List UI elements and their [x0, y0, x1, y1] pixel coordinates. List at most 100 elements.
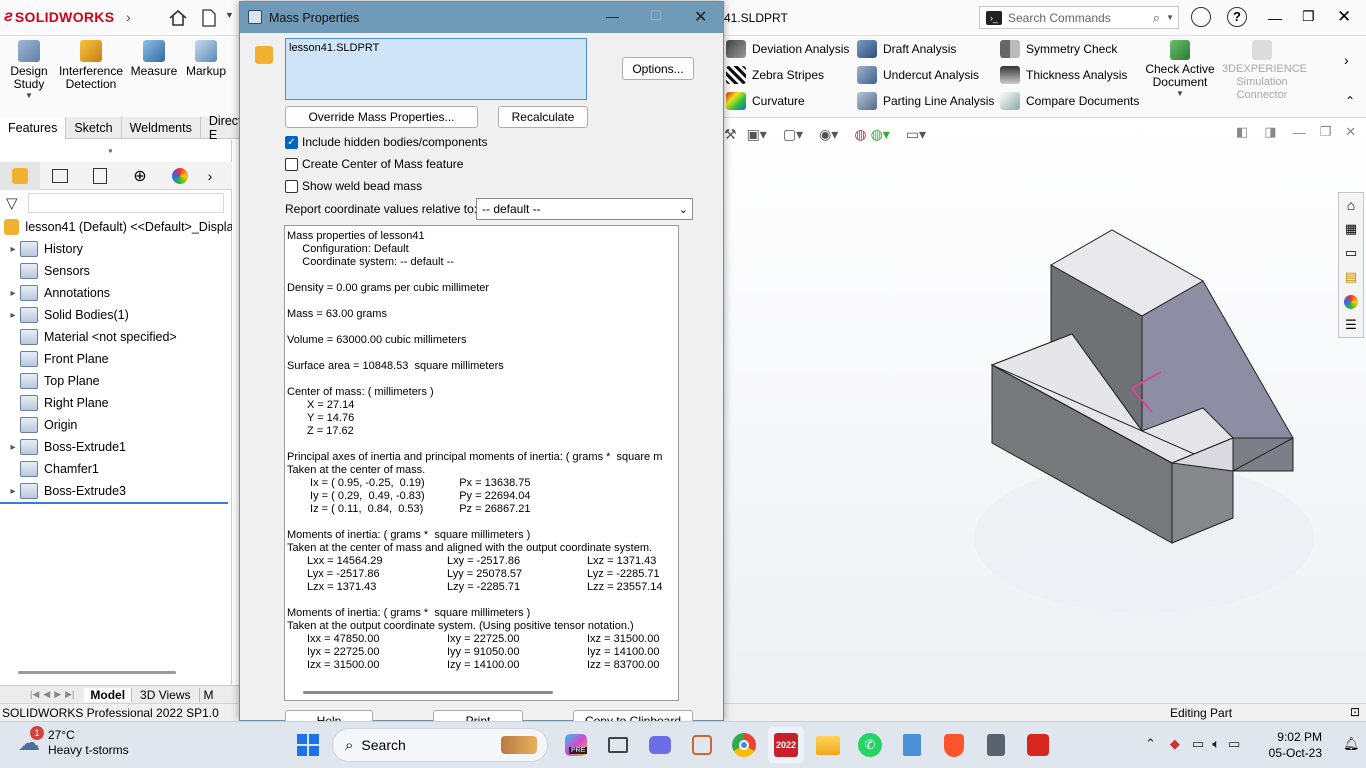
markup-button[interactable]: Markup [182, 40, 230, 78]
chevron-down-icon[interactable]: ▼ [225, 10, 234, 20]
chevron-right-icon[interactable]: › [126, 9, 131, 25]
nav-last-icon[interactable]: ▶| [65, 689, 74, 700]
parting-line-analysis-button[interactable]: Parting Line Analysis [857, 88, 994, 114]
chevron-right-icon[interactable]: › [1344, 52, 1349, 68]
taskbar-search[interactable]: ⌕ Search [332, 728, 548, 762]
tab-sketch[interactable]: Sketch [66, 116, 122, 139]
restore-icon[interactable]: ❐ [1302, 8, 1315, 25]
notification-icon[interactable]: 🔔︎ [1343, 736, 1360, 752]
chevron-up-icon[interactable]: ⌃ [1145, 736, 1156, 752]
nav-first-icon[interactable]: |◀ [30, 689, 39, 700]
collapse-ribbon-icon[interactable]: ⌃ [1345, 94, 1355, 108]
chevron-down-icon[interactable]: ▼ [4, 91, 54, 100]
expand-arrow-icon[interactable]: ▸ [6, 288, 20, 299]
status-expand-icon[interactable]: ⊡ [1350, 705, 1360, 719]
results-panel[interactable]: Mass properties of lesson41 Configuratio… [284, 225, 679, 701]
override-mass-properties-button[interactable]: Override Mass Properties... [285, 106, 478, 128]
new-document-icon[interactable] [200, 8, 218, 28]
help-icon[interactable]: ? [1227, 7, 1247, 27]
horizontal-scrollbar[interactable] [18, 671, 176, 674]
part-model[interactable] [724, 118, 1366, 703]
search-commands[interactable]: ›_ Search Commands ⌕ ▼ [979, 6, 1179, 29]
file-explorer-icon[interactable]: ▭ [1339, 241, 1363, 265]
tab-motion-study[interactable]: M [198, 687, 218, 702]
dialog-title-bar[interactable]: Mass Properties — ☐ ✕ [240, 2, 723, 33]
network-app-icon[interactable]: ◆ [1170, 736, 1180, 752]
meet-app[interactable] [642, 727, 678, 763]
dialog-close-icon[interactable]: ✕ [694, 7, 707, 27]
whatsapp-app[interactable]: ✆ [852, 727, 888, 763]
tab-weldments[interactable]: Weldments [122, 116, 201, 139]
chrome-app[interactable] [726, 727, 762, 763]
tree-root[interactable]: lesson41 (Default) <<Default>_Display [0, 216, 232, 238]
coordinate-system-select[interactable]: -- default -- ⌄ [476, 198, 693, 220]
home-icon[interactable] [168, 8, 188, 28]
panel-splitter[interactable]: ● [108, 146, 113, 155]
display-manager-tab-icon[interactable] [160, 162, 200, 190]
tree-item-sensors[interactable]: Sensors [0, 260, 232, 282]
tree-item-origin[interactable]: Origin [0, 414, 232, 436]
tree-item-boss-extrude3[interactable]: ▸ Boss-Extrude3 [0, 480, 232, 502]
task-view-app[interactable] [600, 727, 636, 763]
checkbox-checked[interactable]: ✓ [285, 135, 298, 149]
dialog-maximize-icon[interactable]: ☐ [650, 8, 662, 24]
curvature-button[interactable]: Curvature [726, 88, 849, 114]
tab-features[interactable]: Features [0, 116, 67, 139]
measure-button[interactable]: Measure [128, 40, 180, 78]
weather-widget[interactable]: ☁ 1 27°C Heavy t-storms [18, 726, 129, 758]
nav-next-icon[interactable]: ▶ [54, 689, 61, 700]
search-dropdown-icon[interactable]: ▼ [1166, 13, 1174, 22]
home-icon[interactable]: ⌂ [1339, 193, 1363, 217]
acrobat-app[interactable] [1020, 727, 1056, 763]
solidworks-app[interactable]: 2022 [768, 727, 804, 763]
check-active-document-button[interactable]: Check Active Document ▼ [1144, 40, 1216, 98]
options-button[interactable]: Options... [622, 57, 694, 80]
view-palette-icon[interactable]: ▤ [1339, 265, 1363, 289]
compare-documents-button[interactable]: Compare Documents [1000, 88, 1139, 114]
custom-properties-icon[interactable]: ☰ [1339, 313, 1363, 337]
tab-3d-views[interactable]: 3D Views [131, 687, 198, 702]
simulation-connector-button[interactable]: 3DEXPERIENCE Simulation Connector [1222, 40, 1307, 102]
chevron-right-icon[interactable]: › [200, 168, 220, 184]
tree-item-chamfer1[interactable]: Chamfer1 [0, 458, 232, 480]
filter-input[interactable] [28, 193, 224, 213]
filter-icon[interactable]: ▽ [6, 194, 18, 212]
expand-arrow-icon[interactable]: ▸ [6, 310, 20, 321]
brave-app[interactable] [936, 727, 972, 763]
symmetry-check-button[interactable]: Symmetry Check [1000, 36, 1139, 62]
thickness-analysis-button[interactable]: Thickness Analysis [1000, 62, 1139, 88]
selected-items-box[interactable]: lesson41.SLDPRT [285, 38, 587, 100]
display-icon[interactable]: ▭ [1192, 736, 1204, 752]
appearances-icon[interactable] [1339, 289, 1363, 313]
zebra-stripes-button[interactable]: Zebra Stripes [726, 62, 849, 88]
copilot-pre-app[interactable]: PRE [558, 727, 594, 763]
tree-item-annotations[interactable]: ▸ Annotations [0, 282, 232, 304]
expand-arrow-icon[interactable]: ▸ [6, 442, 20, 453]
property-manager-tab-icon[interactable] [40, 162, 80, 190]
tree-item-solid-bodies-1[interactable]: ▸ Solid Bodies(1) [0, 304, 232, 326]
expand-arrow-icon[interactable]: ▸ [6, 244, 20, 255]
checkbox-unchecked[interactable] [285, 179, 298, 193]
tab-model[interactable]: Model [84, 687, 132, 702]
nav-prev-icon[interactable]: ◀ [43, 689, 50, 700]
snipping-app[interactable] [684, 727, 720, 763]
solidworks-logo[interactable]: ƨ SOLIDWORKS [4, 8, 114, 26]
show-weld-bead-checkbox[interactable]: Show weld bead mass [285, 179, 422, 193]
tree-item-boss-extrude1[interactable]: ▸ Boss-Extrude1 [0, 436, 232, 458]
user-account-icon[interactable] [1191, 7, 1211, 27]
close-icon[interactable]: ✕ [1337, 7, 1351, 27]
calculator-app[interactable] [978, 727, 1014, 763]
feature-manager-tab-icon[interactable] [0, 161, 40, 190]
tree-item-history[interactable]: ▸ History [0, 238, 232, 260]
volume-icon[interactable]: 🔈︎ [1212, 736, 1220, 752]
start-button[interactable] [290, 727, 326, 763]
minimize-icon[interactable]: — [1268, 10, 1282, 26]
results-horizontal-scrollbar[interactable] [303, 691, 553, 694]
tree-item-front-plane[interactable]: Front Plane [0, 348, 232, 370]
include-hidden-checkbox[interactable]: ✓ Include hidden bodies/components [285, 135, 487, 149]
file-explorer-app[interactable] [810, 727, 846, 763]
dialog-minimize-icon[interactable]: — [606, 9, 619, 24]
tree-item-right-plane[interactable]: Right Plane [0, 392, 232, 414]
design-study-button[interactable]: Design Study ▼ [4, 40, 54, 100]
battery-icon[interactable]: ▭ [1228, 736, 1240, 752]
